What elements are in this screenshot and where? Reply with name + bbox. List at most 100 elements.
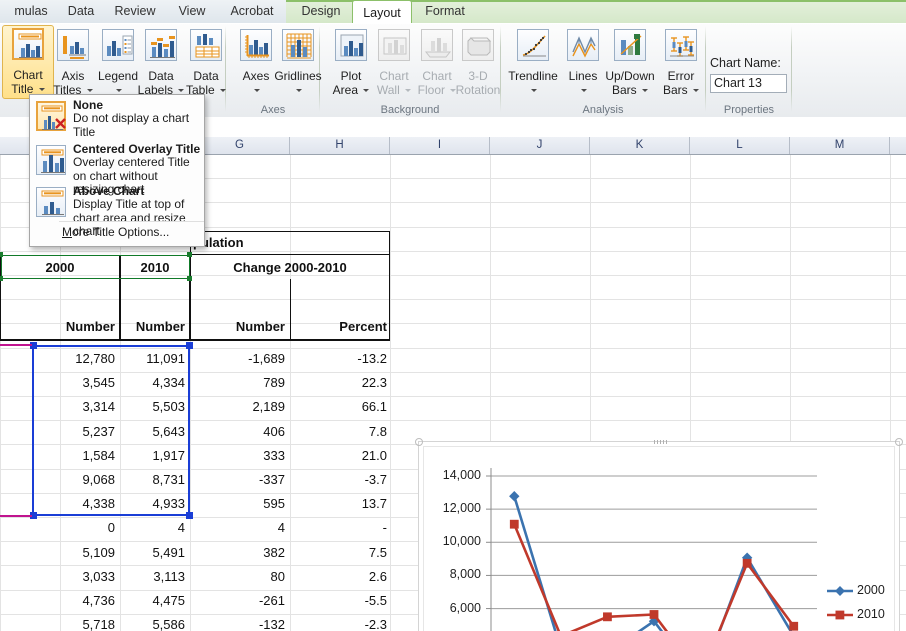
column-header-K[interactable]: K — [590, 137, 690, 154]
cell-pct[interactable]: 7.5 — [290, 545, 387, 560]
cell-c2000[interactable]: 3,033 — [0, 569, 115, 584]
ribbon-button-lines[interactable]: Lines — [557, 27, 609, 111]
chart-values-selection — [32, 345, 190, 517]
cell-c2000[interactable]: 5,109 — [0, 545, 115, 560]
cell-chg[interactable]: -132 — [190, 617, 285, 631]
cell-chg[interactable]: -1,689 — [190, 351, 285, 366]
cell-pct[interactable]: -3.7 — [290, 472, 387, 487]
ribbon-button-error-bars[interactable]: Error Bars — [655, 27, 707, 111]
tab-format[interactable]: Format — [412, 0, 478, 23]
ribbon-tab-bar: mulas Data Review View Acrobat Design Layout Fo… — [0, 0, 906, 24]
chart-plot-area[interactable] — [419, 442, 901, 631]
cell-chg[interactable]: 333 — [190, 448, 285, 463]
selection-handle-green-2[interactable] — [0, 276, 3, 281]
column-header-L[interactable]: L — [690, 137, 790, 154]
selection-handle-green-3[interactable] — [187, 276, 192, 281]
menu-item-title: None — [73, 98, 103, 112]
cell-pct[interactable]: 22.3 — [290, 375, 387, 390]
cell-pct[interactable]: 7.8 — [290, 424, 387, 439]
selection-handle-green-0[interactable] — [0, 252, 3, 257]
cell-pct[interactable]: 66.1 — [290, 399, 387, 414]
cell-c2010[interactable]: 5,586 — [120, 617, 185, 631]
chevron-down-icon[interactable] — [642, 88, 649, 92]
cell-chg[interactable]: 789 — [190, 375, 285, 390]
cell-pct[interactable]: -2.3 — [290, 617, 387, 631]
cell-chg[interactable]: 406 — [190, 424, 285, 439]
ribbon-button-label-line1: 3-D — [468, 69, 488, 83]
cell-pct[interactable]: 21.0 — [290, 448, 387, 463]
cell-c2010[interactable]: 5,491 — [120, 545, 185, 560]
ribbon-button-trendline[interactable]: Trendline — [507, 27, 559, 111]
cell-chg[interactable]: -261 — [190, 593, 285, 608]
chevron-down-icon[interactable] — [693, 88, 700, 92]
ribbon-button-label-line1: Data — [193, 69, 219, 83]
column-header-N[interactable]: N — [890, 137, 906, 154]
embedded-chart[interactable]: 02,0004,0006,0008,00010,00012,00014,0000… — [415, 438, 903, 631]
axes-icon — [240, 29, 272, 61]
sub-header-0: Number — [65, 319, 115, 334]
tab-acrobat[interactable]: Acrobat — [216, 0, 288, 23]
selection-edge-marker-bottom — [0, 515, 32, 518]
cell-pct[interactable]: - — [290, 520, 387, 535]
chart-wall-icon — [378, 29, 410, 61]
tab-label: Review — [114, 4, 156, 18]
cell-c2010[interactable]: 4,475 — [120, 593, 185, 608]
y-axis-tick-label: 10,000 — [442, 534, 481, 549]
chevron-down-icon[interactable] — [254, 88, 260, 92]
column-header-H[interactable]: H — [290, 137, 390, 154]
chevron-down-icon[interactable] — [531, 88, 537, 92]
ribbon-button-label: Data Table — [178, 69, 234, 97]
cell-c2000[interactable]: 0 — [0, 520, 115, 535]
selection-handle-blue-1[interactable] — [186, 342, 193, 349]
column-header-M[interactable]: M — [790, 137, 890, 154]
column-header-I[interactable]: I — [390, 137, 490, 154]
tab-review[interactable]: Review — [102, 0, 168, 23]
chevron-down-icon[interactable] — [38, 87, 45, 91]
chart-title-dropdown-menu[interactable]: None Do not display a chart Title Centered… — [29, 94, 205, 247]
more-title-options-item[interactable]: More Title Options... — [30, 221, 204, 245]
cell-pct[interactable]: 2.6 — [290, 569, 387, 584]
tab-layout[interactable]: Layout — [352, 0, 412, 24]
column-header-G[interactable]: G — [190, 137, 290, 154]
selection-handle-blue-3[interactable] — [186, 512, 193, 520]
cell-c2000[interactable]: 5,718 — [0, 617, 115, 631]
cell-c2010[interactable]: 4 — [120, 520, 185, 535]
legend-label-2000[interactable]: 2000 — [857, 583, 885, 597]
trendline-icon — [517, 29, 549, 61]
cell-pct[interactable]: -5.5 — [290, 593, 387, 608]
cell-chg[interactable]: 382 — [190, 545, 285, 560]
cell-c2000[interactable]: 4,736 — [0, 593, 115, 608]
tab-view[interactable]: View — [163, 0, 221, 23]
tab-design[interactable]: Design — [288, 0, 354, 23]
column-header-J[interactable]: J — [490, 137, 590, 154]
chevron-down-icon[interactable] — [581, 88, 587, 92]
ribbon-button-up-down-bars[interactable]: Up/Down Bars — [604, 27, 656, 111]
tab-label: Format — [425, 4, 465, 18]
ribbon-button-label: Trendline — [505, 69, 561, 97]
chevron-down-icon[interactable] — [220, 88, 227, 92]
chevron-down-icon[interactable] — [296, 88, 302, 92]
cell-pct[interactable]: 13.7 — [290, 496, 387, 511]
menu-item-0[interactable]: None Do not display a chart Title — [30, 97, 204, 138]
menu-item-1[interactable]: Centered Overlay Title Overlay centered T… — [30, 141, 204, 196]
ribbon-button-label: Error Bars — [653, 69, 709, 98]
cell-chg[interactable]: -337 — [190, 472, 285, 487]
ribbon-button-label-line1: Up/Down — [605, 69, 655, 83]
plot-area-icon — [335, 29, 367, 61]
chart-name-input[interactable]: Chart 13 — [710, 74, 787, 93]
cell-chg[interactable]: 80 — [190, 569, 285, 584]
chevron-down-icon[interactable] — [116, 88, 122, 92]
ribbon-button-label-line2: Bars — [653, 83, 709, 98]
cell-c2010[interactable]: 3,113 — [120, 569, 185, 584]
selection-edge-marker-top — [0, 344, 32, 346]
menu-item-2[interactable]: Above Chart Display Title at top of chart… — [30, 183, 204, 238]
legend-label-2010[interactable]: 2010 — [857, 607, 885, 621]
cell-pct[interactable]: -13.2 — [290, 351, 387, 366]
selection-handle-green-1[interactable] — [187, 252, 192, 257]
ribbon-button-gridlines[interactable]: Gridlines — [272, 27, 324, 111]
cell-chg[interactable]: 2,189 — [190, 399, 285, 414]
data-labels-icon — [145, 29, 177, 61]
cell-chg[interactable]: 4 — [190, 520, 285, 535]
cell-chg[interactable]: 595 — [190, 496, 285, 511]
chart-name-label: Chart Name: — [710, 56, 781, 70]
